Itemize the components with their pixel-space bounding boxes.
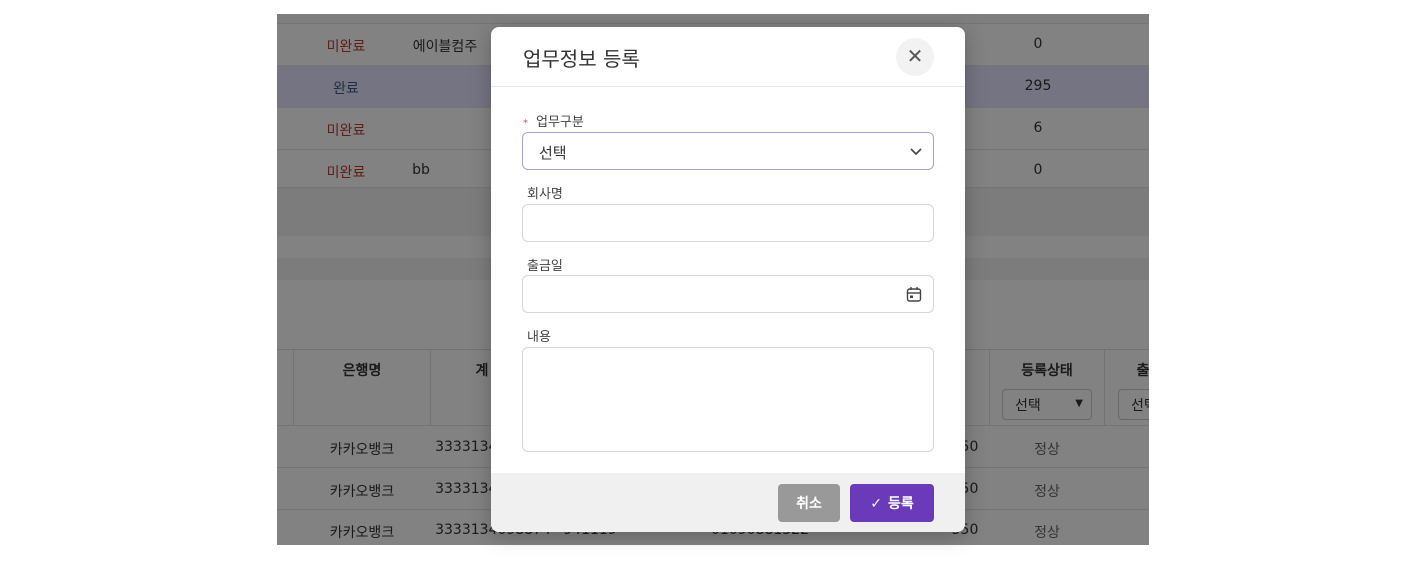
modal-title: 업무정보 등록 [523, 47, 640, 71]
work-info-modal: 업무정보 등록 ✕ * 업무구분 선택 회사명 출금일 내용 취소 ✓ 등록 [491, 27, 965, 532]
company-input[interactable] [522, 204, 934, 242]
close-button[interactable]: ✕ [896, 38, 934, 76]
content-label: 내용 [527, 330, 551, 345]
cancel-button[interactable]: 취소 [778, 484, 840, 522]
payout-date-input[interactable] [522, 275, 934, 313]
payout-date-label: 출금일 [527, 259, 563, 274]
close-icon: ✕ [906, 46, 924, 68]
required-icon: * [523, 118, 528, 129]
work-type-label: * 업무구분 [523, 115, 584, 130]
company-label: 회사명 [527, 187, 563, 202]
content-textarea[interactable] [522, 347, 934, 452]
calendar-icon[interactable] [906, 286, 922, 303]
chevron-down-icon [910, 148, 922, 156]
modal-header: 업무정보 등록 ✕ [491, 27, 965, 87]
check-icon: ✓ [870, 496, 882, 512]
submit-button[interactable]: ✓ 등록 [850, 484, 934, 522]
work-type-select[interactable]: 선택 [522, 132, 934, 170]
modal-footer: 취소 ✓ 등록 [491, 473, 965, 532]
